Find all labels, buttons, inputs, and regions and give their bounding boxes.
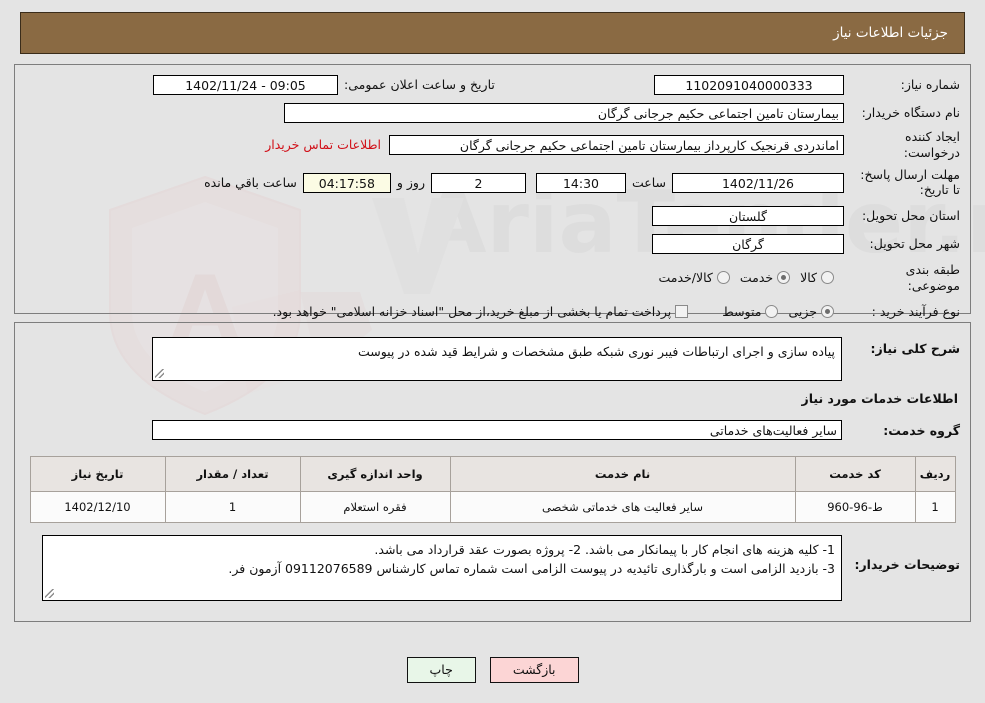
deadline-time-field: 14:30 <box>535 172 626 193</box>
col-row: ردیف <box>914 456 956 492</box>
buyer-notes-textarea[interactable]: 1- کلیه هزینه های انجام کار با پیمانکار … <box>42 535 842 601</box>
row-buyer-org: نام دستگاه خریدار: بیمارستان تامین اجتما… <box>25 101 960 124</box>
countdown-field: 04:17:58 <box>302 172 391 193</box>
radio-label-category-goods-service: کالا/خدمت <box>658 270 713 286</box>
cell-quantity: 1 <box>164 491 301 523</box>
radio-process-minor[interactable] <box>821 305 834 319</box>
deadline-label: مهلت ارسال پاسخ: تا تاریخ: <box>860 167 960 197</box>
col-unit: واحد اندازه گیری <box>299 456 451 492</box>
cell-unit: فقره استعلام <box>299 491 451 523</box>
radio-label-process-minor: جزیی <box>788 304 817 320</box>
cell-row: 1 <box>914 491 956 523</box>
province-label: استان محل تحویل: <box>861 207 960 223</box>
page-header: جزئیات اطلاعات نیاز <box>20 12 965 54</box>
back-button[interactable]: بازگشت <box>489 657 579 683</box>
buyer-org-field: بیمارستان تامین اجتماعی حکیم جرجانی گرگا… <box>284 102 844 123</box>
table-header-row: ردیف کد خدمت نام خدمت واحد اندازه گیری ت… <box>29 456 956 492</box>
buyer-notes-line-2: 3- بازدید الزامی است و بارگذاری تائیدیه … <box>228 561 835 577</box>
row-city: شهر محل تحویل: گرگان <box>25 232 960 255</box>
radio-label-category-goods: کالا <box>800 270 817 286</box>
city-field: گرگان <box>652 233 844 254</box>
need-number-field: 1102091040000333 <box>654 74 844 95</box>
row-category: طبقه بندی موضوعی: کالا خدمت کالا/خدمت <box>25 262 960 293</box>
cell-need-date: 1402/12/10 <box>29 491 166 523</box>
city-label: شهر محل تحویل: <box>869 235 960 251</box>
page-title: جزئیات اطلاعات نیاز <box>833 25 948 41</box>
row-province: استان محل تحویل: گلستان <box>25 204 960 227</box>
service-group-label: گروه خدمت: <box>883 422 960 438</box>
radio-label-process-medium: متوسط <box>722 304 762 320</box>
page-root: جزئیات اطلاعات نیاز شماره نیاز: 11020910… <box>0 12 985 683</box>
hour-label: ساعت <box>631 175 666 191</box>
need-number-label: شماره نیاز: <box>900 76 960 92</box>
services-section-heading: اطلاعات خدمات مورد نیاز <box>801 391 959 406</box>
buyer-notes-label: توضیحات خریدار: <box>854 557 960 572</box>
details-panel: شرح کلی نیاز: پیاده سازی و اجرای ارتباطا… <box>14 322 971 622</box>
buyer-notes-line-1: 1- کلیه هزینه های انجام کار با پیمانکار … <box>374 542 835 557</box>
public-announce-field: 09:05 - 1402/11/24 <box>153 74 338 95</box>
row-creator: ایجاد کننده درخواست: اماندردی قرنجیک کار… <box>25 129 960 160</box>
row-process: نوع فرآیند خرید : جزیی متوسط پرداخت تمام… <box>25 300 960 323</box>
buyer-org-label: نام دستگاه خریدار: <box>861 104 960 120</box>
cell-service-code: ط-96-960 <box>794 491 916 523</box>
radio-label-category-service: خدمت <box>739 270 774 286</box>
row-need-number: شماره نیاز: 1102091040000333 تاریخ و ساع… <box>25 73 960 96</box>
province-field: گلستان <box>652 205 844 226</box>
process-label: نوع فرآیند خرید : <box>871 303 960 319</box>
need-info-panel: شماره نیاز: 1102091040000333 تاریخ و ساع… <box>14 64 971 319</box>
print-button[interactable]: چاپ <box>406 657 476 683</box>
summary-textarea[interactable]: پیاده سازی و اجرای ارتباطات فیبر نوری شب… <box>152 337 842 381</box>
cell-service-name: سایر فعالیت های خدماتی شخصی <box>449 491 796 523</box>
row-deadline: مهلت ارسال پاسخ: تا تاریخ: 1402/11/26 سا… <box>25 168 960 197</box>
radio-category-service[interactable] <box>777 271 791 285</box>
service-group-field: سایر فعالیت‌های خدماتی <box>152 420 842 440</box>
checkbox-islamic-treasury[interactable] <box>675 305 689 319</box>
remaining-hours-label: ساعت باقي مانده <box>204 175 297 191</box>
days-label: روز و <box>396 175 425 191</box>
footer-actions: بازگشت چاپ <box>0 657 985 683</box>
remaining-days-field: 2 <box>430 172 526 193</box>
buyer-contact-link[interactable]: اطلاعات تماس خریدار <box>257 137 389 152</box>
radio-process-medium[interactable] <box>765 305 779 319</box>
summary-label: شرح کلی نیاز: <box>870 341 960 356</box>
table-row: 1 ط-96-960 سایر فعالیت های خدماتی شخصی ف… <box>29 491 956 523</box>
radio-category-goods[interactable] <box>821 271 834 285</box>
radio-category-goods-service[interactable] <box>716 271 730 285</box>
col-service-code: کد خدمت <box>794 456 916 492</box>
col-need-date: تاریخ نیاز <box>29 456 166 492</box>
creator-field: اماندردی قرنجیک کارپرداز بیمارستان تامین… <box>389 134 844 155</box>
row-summary: شرح کلی نیاز: پیاده سازی و اجرای ارتباطا… <box>25 337 960 381</box>
services-table: ردیف کد خدمت نام خدمت واحد اندازه گیری ت… <box>29 456 956 523</box>
checkbox-label-islamic-treasury: پرداخت تمام یا بخشی از مبلغ خرید،از محل … <box>272 304 672 320</box>
col-service-name: نام خدمت <box>449 456 796 492</box>
col-quantity: تعداد / مقدار <box>164 456 301 492</box>
creator-label: ایجاد کننده درخواست: <box>903 129 960 160</box>
row-buyer-notes: توضیحات خریدار: 1- کلیه هزینه های انجام … <box>25 535 960 601</box>
row-service-group: گروه خدمت: سایر فعالیت‌های خدماتی <box>25 420 960 440</box>
public-announce-label: تاریخ و ساعت اعلان عمومی: <box>344 77 495 92</box>
deadline-date-field: 1402/11/26 <box>672 172 844 193</box>
category-label: طبقه بندی موضوعی: <box>905 262 960 293</box>
